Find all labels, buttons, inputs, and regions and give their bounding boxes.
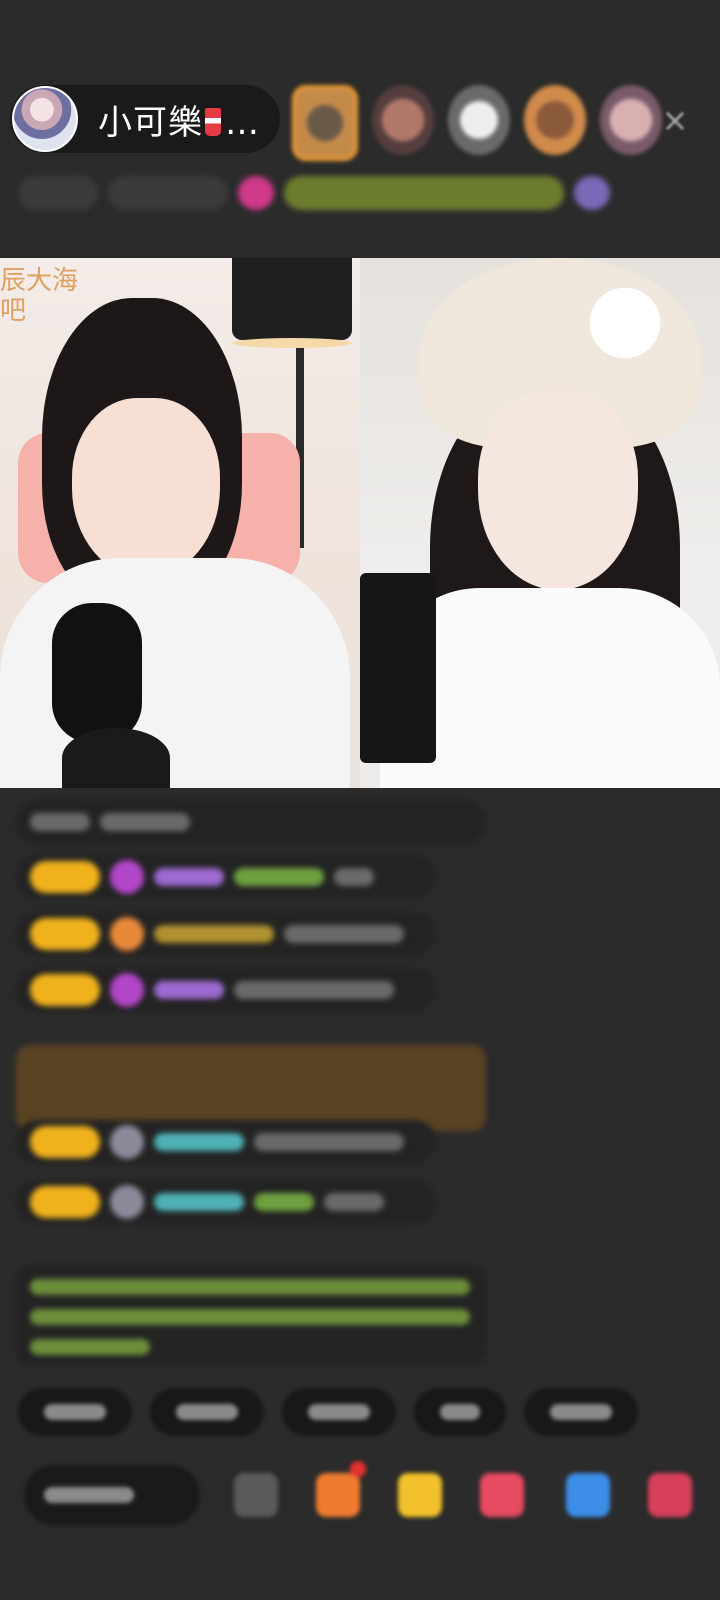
quick-reply-label <box>308 1404 370 1420</box>
username-text <box>154 1193 244 1211</box>
gift-icon[interactable] <box>648 1473 692 1517</box>
quick-reply-label <box>176 1404 238 1420</box>
chat-text <box>234 868 324 886</box>
close-icon[interactable]: × <box>655 100 695 140</box>
quick-reply-row <box>18 1388 638 1436</box>
host-name: 小可樂 … <box>98 95 260 144</box>
quick-reply-button[interactable] <box>414 1388 506 1436</box>
chat-text <box>30 813 90 831</box>
fan-club-icon[interactable] <box>480 1473 524 1517</box>
viewer-avatar[interactable] <box>600 85 662 155</box>
chat-text <box>100 813 190 831</box>
chat-message[interactable] <box>16 800 486 844</box>
viewer-avatar[interactable] <box>372 85 434 155</box>
host-info-pill[interactable]: 小可樂 … <box>10 85 280 153</box>
microphone-shape <box>360 573 436 763</box>
microphone-stand-shape <box>62 728 170 788</box>
level-badge <box>30 974 100 1006</box>
video-watermark: 辰大海 吧 <box>0 266 78 326</box>
viewer-avatar[interactable] <box>292 85 358 161</box>
lamp-shape <box>232 258 352 340</box>
hot-chip[interactable] <box>108 176 228 210</box>
username-text <box>154 981 224 999</box>
chat-text <box>254 1133 404 1151</box>
hat-flower-shape <box>580 278 670 368</box>
lamp-light-shape <box>232 338 352 348</box>
username-text <box>154 925 274 943</box>
chat-input-placeholder <box>44 1487 134 1503</box>
vip-gem-icon <box>110 860 144 894</box>
level-badge <box>30 1126 100 1158</box>
game-icon[interactable] <box>566 1473 610 1517</box>
task-chip[interactable] <box>284 176 564 210</box>
chat-message[interactable] <box>16 968 436 1012</box>
notification-dot <box>350 1461 366 1477</box>
notice-text <box>30 1309 470 1325</box>
medal-icon <box>110 917 144 951</box>
level-badge <box>30 861 100 893</box>
watermark-line-2: 吧 <box>0 296 27 326</box>
gift-chip-icon[interactable] <box>238 176 274 210</box>
quick-reply-button[interactable] <box>524 1388 638 1436</box>
left-video-feed[interactable]: 辰大海 吧 <box>0 258 360 788</box>
quick-reply-button[interactable] <box>18 1388 132 1436</box>
chat-message[interactable] <box>16 912 436 956</box>
chat-text <box>284 925 404 943</box>
bottom-action-bar <box>0 1455 720 1535</box>
host-name-text: 小可樂 <box>98 102 203 143</box>
username-text <box>154 1133 244 1151</box>
live-room-screen: 小可樂 … × 辰大海 吧 <box>0 0 720 1600</box>
host-avatar[interactable] <box>12 86 78 152</box>
quick-reply-label <box>44 1404 106 1420</box>
quick-reply-button[interactable] <box>282 1388 396 1436</box>
activity-chip-icon[interactable] <box>574 176 610 210</box>
level-badge <box>30 918 100 950</box>
guest-face-shape <box>478 390 638 590</box>
chat-text <box>254 1193 314 1211</box>
chat-message[interactable] <box>16 855 436 899</box>
notice-text <box>30 1279 470 1295</box>
user-avatar-icon <box>110 1185 144 1219</box>
chat-text <box>324 1193 384 1211</box>
chat-text <box>234 981 394 999</box>
rank-chip[interactable] <box>18 176 98 210</box>
right-video-feed[interactable] <box>360 258 720 788</box>
quick-reply-label <box>550 1404 612 1420</box>
quick-reply-button[interactable] <box>150 1388 264 1436</box>
watermark-line-1: 辰大海 <box>0 266 79 296</box>
chat-input[interactable] <box>24 1465 200 1525</box>
vip-gem-icon <box>110 973 144 1007</box>
emoji-icon[interactable] <box>234 1473 278 1517</box>
username-text <box>154 868 224 886</box>
host-name-ellipsis: … <box>225 102 260 143</box>
chat-text <box>334 868 374 886</box>
highlighted-chat-message[interactable] <box>16 1045 486 1131</box>
level-badge <box>30 1186 100 1218</box>
treasure-icon[interactable] <box>398 1473 442 1517</box>
microphone-shape <box>52 603 142 743</box>
user-avatar-icon <box>110 1125 144 1159</box>
notice-text <box>30 1339 150 1355</box>
chat-message[interactable] <box>16 1120 436 1164</box>
top-viewers-list <box>292 85 662 161</box>
gift-box-icon[interactable] <box>316 1473 360 1517</box>
quick-reply-label <box>440 1404 480 1420</box>
chat-message[interactable] <box>16 1180 436 1224</box>
streamer-face-shape <box>72 398 220 578</box>
viewer-avatar[interactable] <box>448 85 510 155</box>
viewer-avatar[interactable] <box>524 85 586 155</box>
system-notice-message <box>16 1265 486 1365</box>
drink-cup-icon <box>205 107 221 136</box>
room-info-bar <box>18 170 688 216</box>
